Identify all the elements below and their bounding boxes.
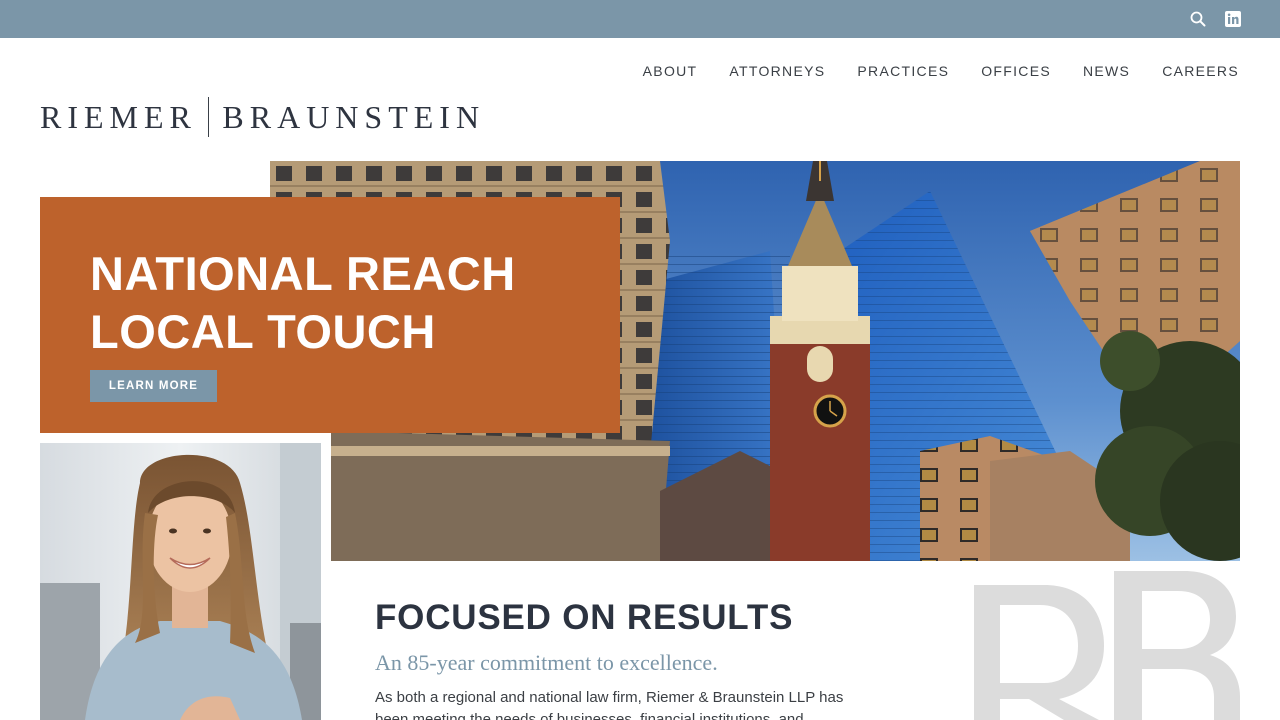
nav-practices[interactable]: PRACTICES (857, 62, 949, 80)
search-icon[interactable] (1190, 11, 1206, 27)
nav-offices[interactable]: OFFICES (981, 62, 1051, 80)
hero-title-line-2: LOCAL TOUCH (90, 305, 436, 358)
rb-monogram-watermark (974, 571, 1240, 720)
logo-word-braunstein: BRAUNSTEIN (222, 99, 486, 135)
nav-attorneys[interactable]: ATTORNEYS (729, 62, 825, 80)
hero-title: NATIONAL REACH LOCAL TOUCH (90, 245, 610, 361)
attorney-portrait-image (40, 443, 321, 720)
site-logo[interactable]: RIEMER BRAUNSTEIN (40, 97, 485, 137)
logo-word-riemer: RIEMER (40, 99, 197, 135)
nav-about[interactable]: ABOUT (643, 62, 698, 80)
section-body-text: As both a regional and national law firm… (375, 689, 844, 720)
nav-news[interactable]: NEWS (1083, 62, 1130, 80)
section-heading: FOCUSED ON RESULTS (375, 598, 794, 637)
linkedin-icon[interactable] (1225, 11, 1241, 27)
section-subheading: An 85-year commitment to excellence. (375, 650, 718, 675)
hero-card: NATIONAL REACH LOCAL TOUCH LEARN MORE (40, 197, 620, 433)
learn-more-button[interactable]: LEARN MORE (90, 370, 217, 402)
main-nav: ABOUT ATTORNEYS PRACTICES OFFICES NEWS C… (611, 62, 1239, 80)
logo-divider (207, 97, 210, 137)
utility-bar (0, 0, 1280, 38)
hero-title-line-1: NATIONAL REACH (90, 247, 516, 300)
nav-careers[interactable]: CAREERS (1162, 62, 1239, 80)
